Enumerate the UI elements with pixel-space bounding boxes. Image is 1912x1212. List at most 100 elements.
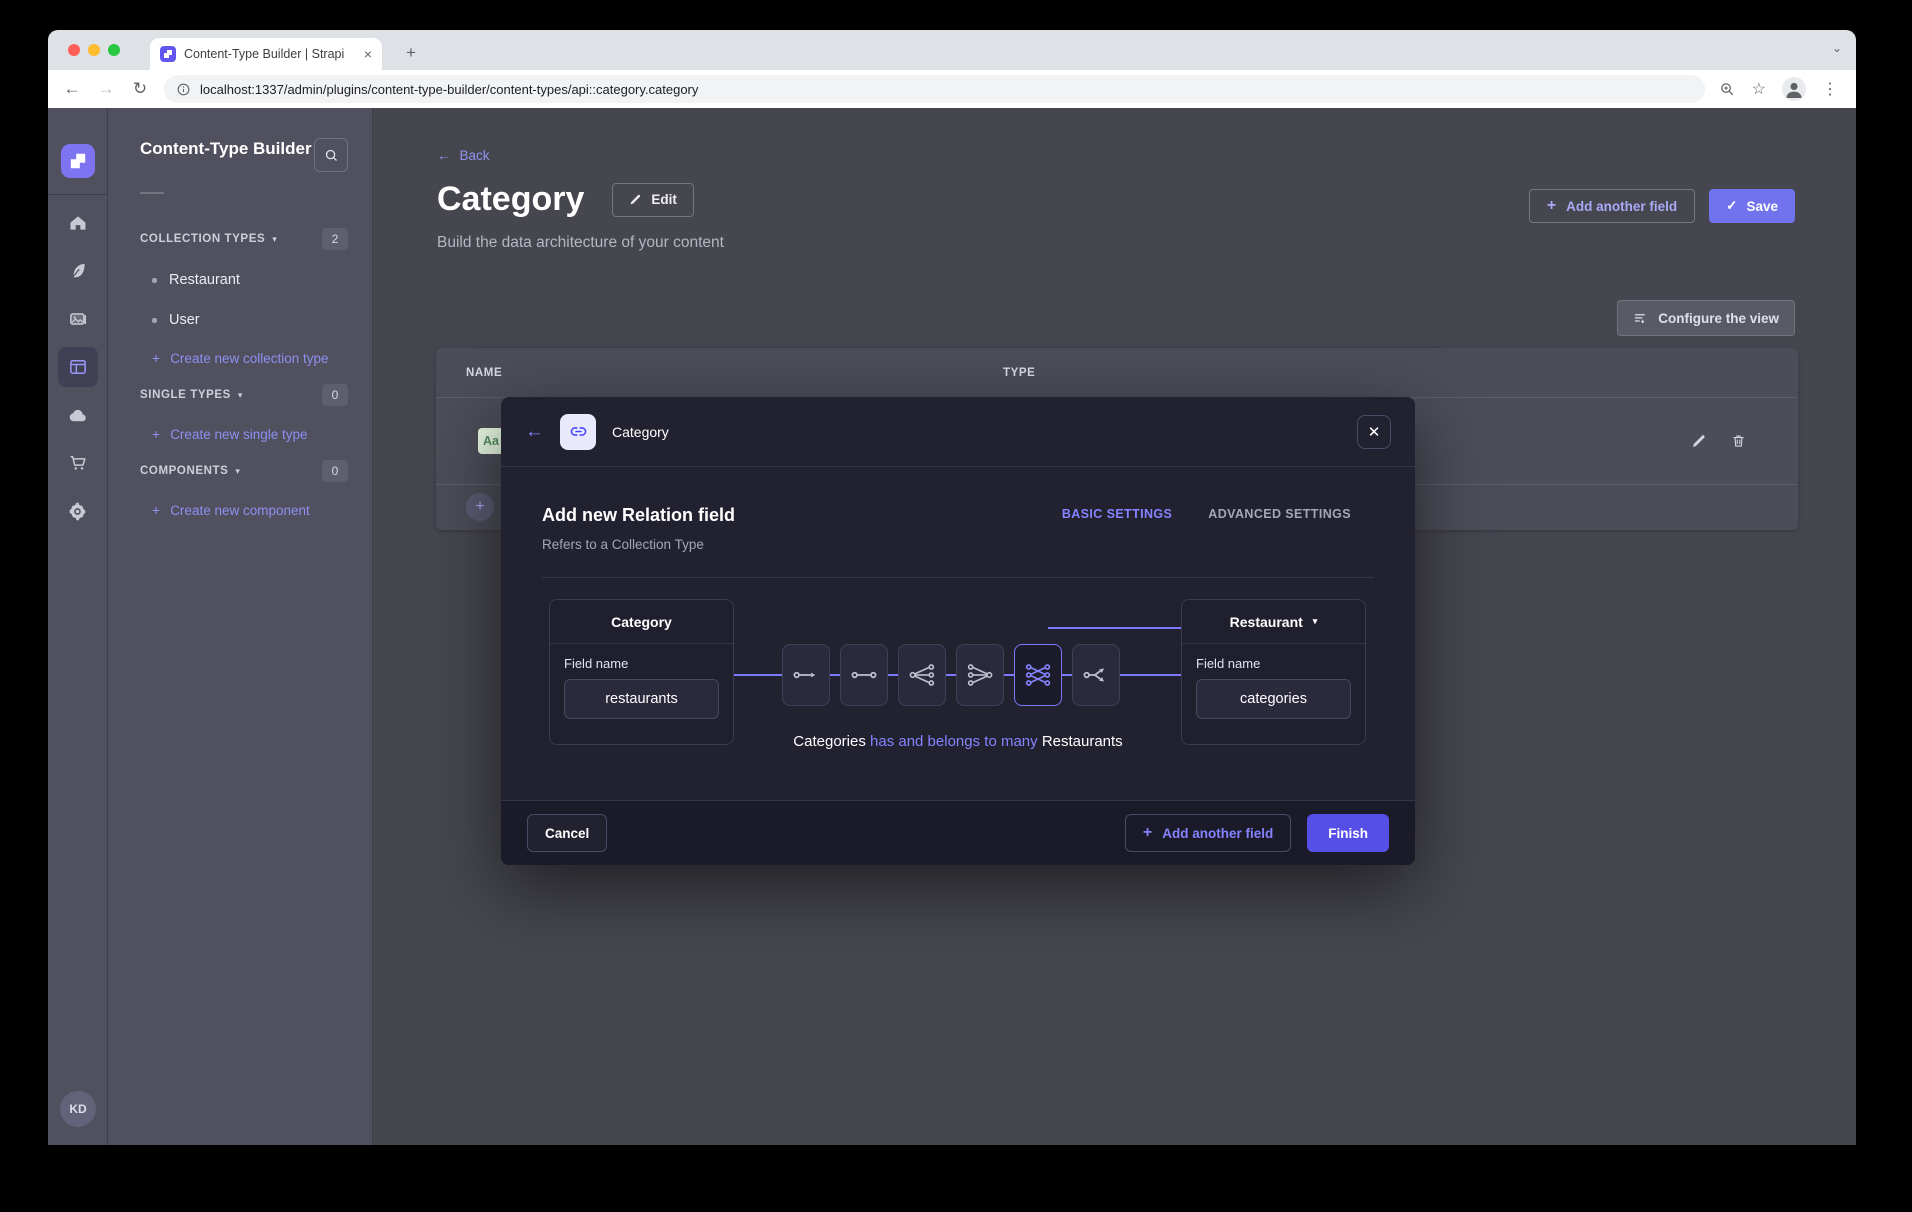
tab-advanced-settings[interactable]: ADVANCED SETTINGS <box>1208 507 1351 577</box>
browser-tab[interactable]: Content-Type Builder | Strapi × <box>150 38 382 70</box>
save-button[interactable]: ✓ Save <box>1709 189 1795 223</box>
modal-footer: Cancel + Add another field Finish <box>501 800 1415 865</box>
plugin-title: Content-Type Builder <box>140 138 314 172</box>
tab-search-chevron-icon[interactable]: ⌄ <box>1832 41 1842 55</box>
plus-icon: + <box>152 502 160 518</box>
create-collection-type-link[interactable]: + Create new collection type <box>140 340 348 376</box>
configure-lines-icon <box>1633 311 1648 326</box>
source-card-title: Category <box>550 600 733 644</box>
section-collection-types[interactable]: COLLECTION TYPES ▾ 2 <box>140 224 348 254</box>
divider <box>48 194 108 195</box>
content-type-builder-icon[interactable] <box>58 347 98 387</box>
modal-back-arrow-icon[interactable]: ← <box>525 421 544 443</box>
home-icon[interactable] <box>58 203 98 243</box>
add-relation-modal: ← Category ✕ Add new Relation field Refe… <box>501 397 1415 865</box>
target-card-restaurant: Restaurant ▾ Field name <box>1181 599 1366 745</box>
cancel-button[interactable]: Cancel <box>527 814 607 852</box>
modal-tabs: BASIC SETTINGS ADVANCED SETTINGS <box>1062 507 1351 577</box>
relation-many-to-one-icon[interactable] <box>956 644 1004 706</box>
close-window-button[interactable] <box>68 44 80 56</box>
settings-gear-icon[interactable] <box>58 491 98 531</box>
zoom-window-button[interactable] <box>108 44 120 56</box>
relation-many-to-many-icon[interactable] <box>1014 644 1062 706</box>
new-tab-button[interactable]: + <box>398 40 424 66</box>
plugin-sidebar: Content-Type Builder COLLECTION TYPES ▾ … <box>108 108 373 1145</box>
section-single-types[interactable]: SINGLE TYPES ▾ 0 <box>140 380 348 410</box>
page-subtitle: Build the data architecture of your cont… <box>437 234 724 252</box>
traffic-lights <box>68 44 120 56</box>
browser-tab-bar: Content-Type Builder | Strapi × + ⌄ <box>48 30 1856 70</box>
modal-body: Add new Relation field Refers to a Colle… <box>501 467 1415 800</box>
back-nav-icon[interactable]: ← <box>62 79 82 99</box>
create-single-type-link[interactable]: + Create new single type <box>140 416 348 452</box>
tab-close-icon[interactable]: × <box>364 46 372 62</box>
sidebar-item-user[interactable]: User <box>140 300 348 340</box>
cloud-icon[interactable] <box>58 395 98 435</box>
strapi-favicon-icon <box>160 46 176 62</box>
address-bar[interactable]: localhost:1337/admin/plugins/content-typ… <box>164 75 1705 103</box>
relation-many-way-icon[interactable] <box>1072 644 1120 706</box>
source-field-name-input[interactable] <box>564 679 719 719</box>
column-header-type: TYPE <box>1003 367 1035 379</box>
divider <box>542 577 1374 578</box>
chevron-down-icon: ▾ <box>272 234 277 245</box>
search-button[interactable] <box>314 138 348 172</box>
target-field-name-input[interactable] <box>1196 679 1351 719</box>
relation-link-icon <box>560 414 596 450</box>
source-card-category: Category Field name <box>549 599 734 745</box>
relation-one-to-one-icon[interactable] <box>840 644 888 706</box>
close-icon[interactable]: ✕ <box>1357 415 1391 449</box>
edit-row-pencil-icon[interactable] <box>1691 433 1707 449</box>
add-another-field-button[interactable]: + Add another field <box>1529 189 1695 223</box>
relation-sentence: Categories has and belongs to many Resta… <box>501 733 1415 750</box>
forward-nav-icon[interactable]: → <box>96 79 116 99</box>
back-link[interactable]: ← Back <box>437 148 490 163</box>
edit-button[interactable]: Edit <box>612 183 694 217</box>
create-component-link[interactable]: + Create new component <box>140 492 348 528</box>
field-name-label: Field name <box>1196 656 1351 671</box>
reload-icon[interactable]: ↻ <box>130 79 150 99</box>
relation-one-way-icon[interactable] <box>782 644 830 706</box>
bookmark-star-icon[interactable]: ☆ <box>1752 79 1766 99</box>
zoom-page-icon[interactable] <box>1719 81 1736 98</box>
plus-icon: + <box>152 426 160 442</box>
marketplace-cart-icon[interactable] <box>58 443 98 483</box>
section-components[interactable]: COMPONENTS ▾ 0 <box>140 456 348 486</box>
nav-rail: KD <box>48 108 108 1145</box>
minimize-window-button[interactable] <box>88 44 100 56</box>
profile-avatar-icon[interactable] <box>1782 77 1806 101</box>
back-arrow-icon: ← <box>437 148 451 163</box>
relation-type-picker <box>782 644 1120 706</box>
tab-basic-settings[interactable]: BASIC SETTINGS <box>1062 507 1172 577</box>
content-manager-feather-icon[interactable] <box>58 251 98 291</box>
relation-one-to-many-icon[interactable] <box>898 644 946 706</box>
column-header-name: NAME <box>466 367 1003 379</box>
chevron-down-icon: ▾ <box>238 390 243 401</box>
table-header: NAME TYPE <box>436 348 1798 398</box>
modal-subheading: Refers to a Collection Type <box>542 537 704 552</box>
browser-toolbar: ← → ↻ localhost:1337/admin/plugins/conte… <box>48 70 1856 108</box>
divider <box>140 192 164 194</box>
strapi-logo-icon[interactable] <box>61 144 95 178</box>
page-title: Category <box>437 180 584 219</box>
site-info-icon[interactable] <box>176 82 191 97</box>
chevron-down-icon: ▾ <box>1313 616 1318 627</box>
pencil-icon <box>629 193 642 206</box>
target-collection-select[interactable]: Restaurant ▾ <box>1182 600 1365 644</box>
count-badge: 2 <box>322 228 348 250</box>
modal-title-breadcrumb: Category <box>612 424 669 440</box>
user-avatar[interactable]: KD <box>60 1091 96 1127</box>
delete-row-trash-icon[interactable] <box>1731 433 1746 449</box>
modal-heading: Add new Relation field <box>542 505 735 526</box>
modal-add-another-field-button[interactable]: + Add another field <box>1125 814 1291 852</box>
plus-icon: + <box>152 350 160 366</box>
bullet-icon <box>152 318 157 323</box>
sidebar-item-restaurant[interactable]: Restaurant <box>140 260 348 300</box>
media-library-icon[interactable] <box>58 299 98 339</box>
configure-view-button[interactable]: Configure the view <box>1617 300 1795 336</box>
plus-circle-icon: + <box>466 493 494 521</box>
tab-title: Content-Type Builder | Strapi <box>184 47 356 61</box>
browser-menu-icon[interactable]: ⋮ <box>1822 79 1838 99</box>
finish-button[interactable]: Finish <box>1307 814 1389 852</box>
search-icon <box>324 148 339 163</box>
